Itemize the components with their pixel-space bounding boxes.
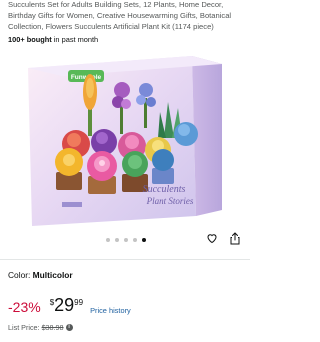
list-price-value: $38.98	[41, 323, 64, 332]
list-price: List Price: $38.98 i	[8, 323, 73, 332]
carousel-dot[interactable]	[115, 238, 119, 242]
price-row: -23% $ 29 99 Price history	[8, 296, 131, 320]
discount-percent: -23%	[8, 299, 41, 315]
list-price-label: List Price:	[8, 323, 40, 332]
color-label: Color:	[8, 270, 33, 280]
product-title: Succulents Set for Adults Building Sets,…	[8, 0, 232, 31]
heart-icon[interactable]	[206, 232, 218, 244]
price: $ 29 99	[50, 296, 83, 314]
carousel-dot[interactable]	[142, 238, 146, 242]
bought-suffix: in past month	[51, 35, 99, 44]
color-value: Multicolor	[32, 270, 73, 280]
carousel-dot[interactable]	[106, 238, 110, 242]
section-divider	[0, 259, 250, 260]
price-fraction: 99	[74, 298, 84, 307]
carousel-dot[interactable]	[133, 238, 137, 242]
share-icon[interactable]	[229, 232, 241, 245]
box-headline-1: Succulents	[143, 184, 186, 195]
info-icon[interactable]: i	[65, 324, 73, 331]
product-box-art: Funwhole	[28, 56, 222, 226]
bought-count: 100+ bought	[8, 35, 52, 44]
price-history-link[interactable]: Price history	[90, 306, 131, 315]
carousel-dot[interactable]	[124, 238, 128, 242]
bought-badge: 100+ bought in past month	[8, 35, 98, 44]
price-whole: 29	[54, 295, 75, 315]
image-carousel-dots[interactable]	[106, 238, 146, 242]
product-image[interactable]: Funwhole	[24, 50, 226, 230]
box-headline-2: Plant Stories	[146, 196, 194, 206]
color-variant[interactable]: Color: Multicolor	[8, 270, 73, 280]
